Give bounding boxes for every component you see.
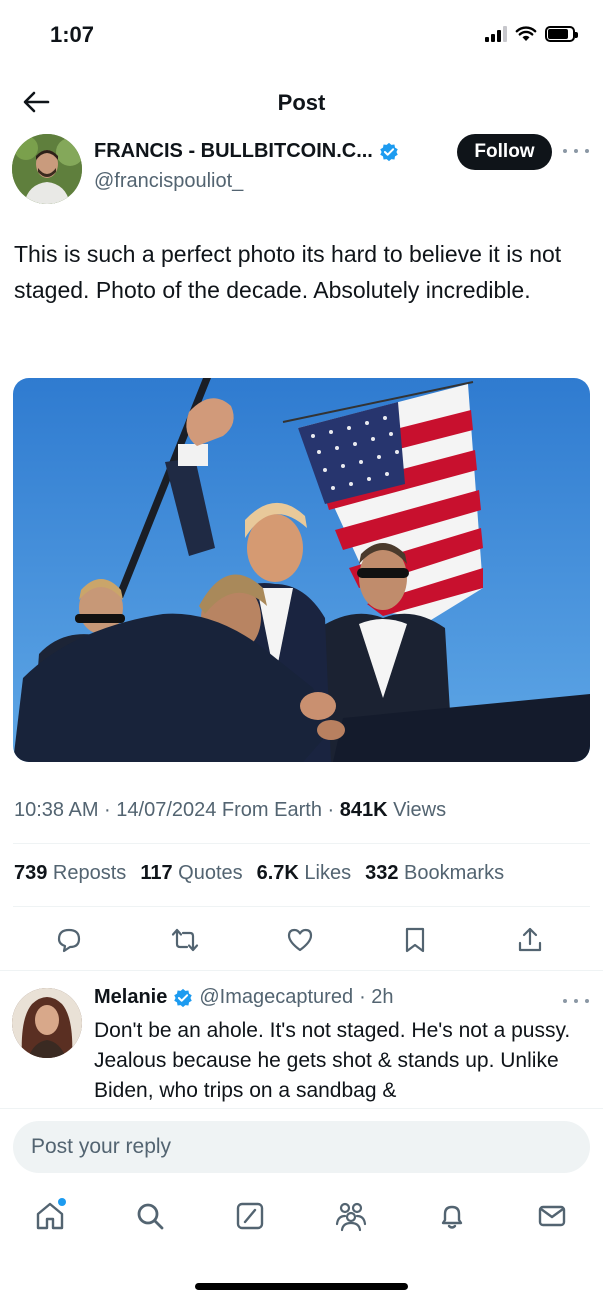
more-options-icon[interactable]: [563, 144, 589, 158]
nav-grok[interactable]: [232, 1198, 268, 1234]
author-name[interactable]: FRANCIS - BULLBITCOIN.C...: [94, 140, 373, 163]
nav-search[interactable]: [132, 1198, 168, 1234]
post-meta: 10:38 AM · 14/07/2024 From Earth · 841K …: [14, 799, 446, 822]
communities-icon: [335, 1202, 367, 1232]
status-icons: [485, 26, 578, 42]
quotes-stat[interactable]: 117 Quotes: [140, 862, 242, 885]
messages-icon: [538, 1205, 566, 1227]
page-title: Post: [277, 90, 326, 115]
nav-communities[interactable]: [333, 1198, 369, 1234]
likes-stat[interactable]: 6.7K Likes: [257, 862, 352, 885]
divider: [0, 970, 603, 971]
nav-messages[interactable]: [534, 1198, 570, 1234]
reply-header: Melanie @Imagecaptured · 2h: [94, 986, 394, 1009]
status-time: 1:07: [50, 22, 95, 47]
verified-badge-icon: [380, 142, 398, 161]
author-name-row: FRANCIS - BULLBITCOIN.C...: [94, 140, 399, 163]
repost-button[interactable]: [169, 924, 201, 956]
post-timestamp: 10:38 AM · 14/07/2024 From Earth ·: [14, 799, 340, 821]
share-button[interactable]: [514, 924, 546, 956]
battery-icon: [545, 26, 578, 42]
reply-item[interactable]: Melanie @Imagecaptured · 2h Don't be an …: [0, 984, 603, 1108]
post-text: This is such a perfect photo its hard to…: [14, 241, 562, 303]
wifi-icon: [515, 26, 537, 41]
reply-author-handle[interactable]: @Imagecaptured: [199, 986, 353, 1009]
reply-input[interactable]: [13, 1121, 590, 1173]
views-count: 841K: [339, 799, 388, 821]
post-author: FRANCIS - BULLBITCOIN.C... @francispouli…: [0, 132, 603, 206]
battery-level: [548, 29, 569, 39]
bottom-nav: [0, 1192, 603, 1252]
author-handle[interactable]: @francispouliot_: [94, 170, 243, 193]
reply-time: · 2h: [359, 986, 394, 1008]
views-label: Views: [387, 799, 447, 821]
cellular-signal-icon: [485, 26, 507, 42]
home-notification-dot: [58, 1198, 66, 1206]
reply-author-name[interactable]: Melanie: [94, 986, 167, 1009]
post-header: Post: [0, 78, 603, 126]
nav-notifications[interactable]: [434, 1198, 470, 1234]
reply-avatar[interactable]: [12, 988, 82, 1058]
divider: [13, 843, 590, 844]
grok-icon: [236, 1202, 264, 1230]
author-avatar[interactable]: [12, 134, 82, 204]
notifications-icon: [441, 1205, 463, 1229]
repost-icon: [171, 928, 199, 952]
reply-composer: [0, 1108, 603, 1188]
post-stats: 739 Reposts 117 Quotes 6.7K Likes 332 Bo…: [14, 862, 504, 885]
follow-button[interactable]: Follow: [457, 134, 552, 170]
bookmark-button[interactable]: [399, 924, 431, 956]
reply-button[interactable]: [53, 924, 85, 956]
like-icon: [287, 928, 313, 952]
status-bar: 1:07: [0, 0, 603, 70]
reposts-stat[interactable]: 739 Reposts: [14, 862, 126, 885]
post-actions: [0, 920, 603, 960]
share-icon: [518, 927, 542, 952]
search-icon: [137, 1203, 164, 1230]
bookmark-icon: [405, 927, 425, 953]
bookmarks-stat[interactable]: 332 Bookmarks: [365, 862, 504, 885]
nav-home[interactable]: [32, 1198, 68, 1234]
divider: [13, 906, 590, 907]
like-button[interactable]: [284, 924, 316, 956]
post-photo[interactable]: [13, 378, 590, 762]
verified-badge-icon: [174, 988, 193, 1007]
home-indicator[interactable]: [195, 1283, 408, 1290]
reply-more-options-icon[interactable]: [563, 994, 589, 1008]
reply-icon: [57, 928, 81, 953]
reply-text: Don't be an ahole. It's not staged. He's…: [94, 1019, 571, 1102]
